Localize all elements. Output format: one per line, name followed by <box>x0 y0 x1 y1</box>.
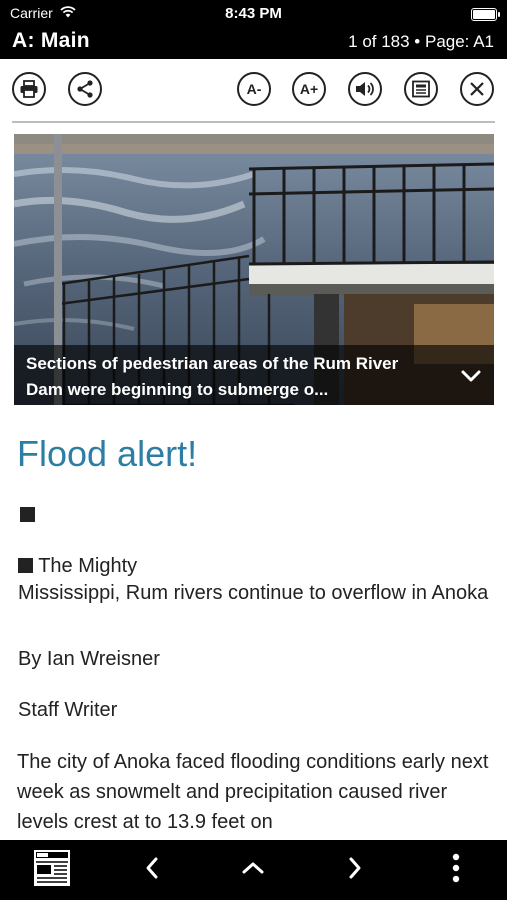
close-icon <box>468 80 486 98</box>
bottom-nav-bar <box>0 840 507 900</box>
photo-caption[interactable]: Sections of pedestrian areas of the Rum … <box>14 345 494 405</box>
chevron-up-icon <box>241 860 265 881</box>
deck-rest: Mississippi, Rum rivers continue to over… <box>18 581 489 604</box>
previous-article-button[interactable] <box>130 840 174 900</box>
read-aloud-button[interactable] <box>348 72 382 106</box>
bullet-marker <box>20 507 35 526</box>
article-body: The city of Anoka faced flooding conditi… <box>17 751 489 833</box>
page-view-button[interactable] <box>404 72 438 106</box>
square-bullet-icon <box>20 507 35 522</box>
toolbar-divider <box>12 121 495 123</box>
article-byline: By Ian Wreisner <box>18 648 160 670</box>
chevron-down-icon[interactable] <box>460 365 482 391</box>
chevron-left-icon <box>144 856 160 885</box>
battery-icon <box>471 8 500 21</box>
printer-icon <box>19 80 39 98</box>
more-options-button[interactable] <box>436 840 476 900</box>
scroll-up-button[interactable] <box>231 840 275 900</box>
newspaper-icon <box>32 848 72 893</box>
newspaper-page-icon <box>411 80 431 98</box>
next-article-button[interactable] <box>333 840 377 900</box>
author-role: Staff Writer <box>18 699 118 721</box>
deck-first-line: The Mighty <box>38 555 138 577</box>
article-headline: Flood alert! <box>17 433 198 474</box>
sections-button[interactable] <box>28 840 76 900</box>
caption-text: Sections of pedestrian areas of the Rum … <box>26 354 399 399</box>
close-button[interactable] <box>460 72 494 106</box>
font-larger-button[interactable]: A+ <box>292 72 326 106</box>
top-header: Carrier 8:43 PM A: Main 1 of 183 • Page:… <box>0 0 507 59</box>
speaker-icon <box>354 80 376 98</box>
font-smaller-button[interactable]: A- <box>237 72 271 106</box>
status-time: 8:43 PM <box>225 5 282 22</box>
section-title[interactable]: A: Main <box>12 29 90 53</box>
print-button[interactable] <box>12 72 46 106</box>
share-button[interactable] <box>68 72 102 106</box>
more-vertical-icon <box>452 853 460 888</box>
chevron-right-icon <box>347 856 363 885</box>
article-toolbar: A- A+ <box>0 59 507 121</box>
share-icon <box>75 79 95 99</box>
battery-level <box>473 10 495 19</box>
square-bullet-icon <box>18 558 33 573</box>
page-info: 1 of 183 • Page: A1 <box>348 32 494 51</box>
article-deck: The Mighty Mississippi, Rum rivers conti… <box>18 553 493 606</box>
